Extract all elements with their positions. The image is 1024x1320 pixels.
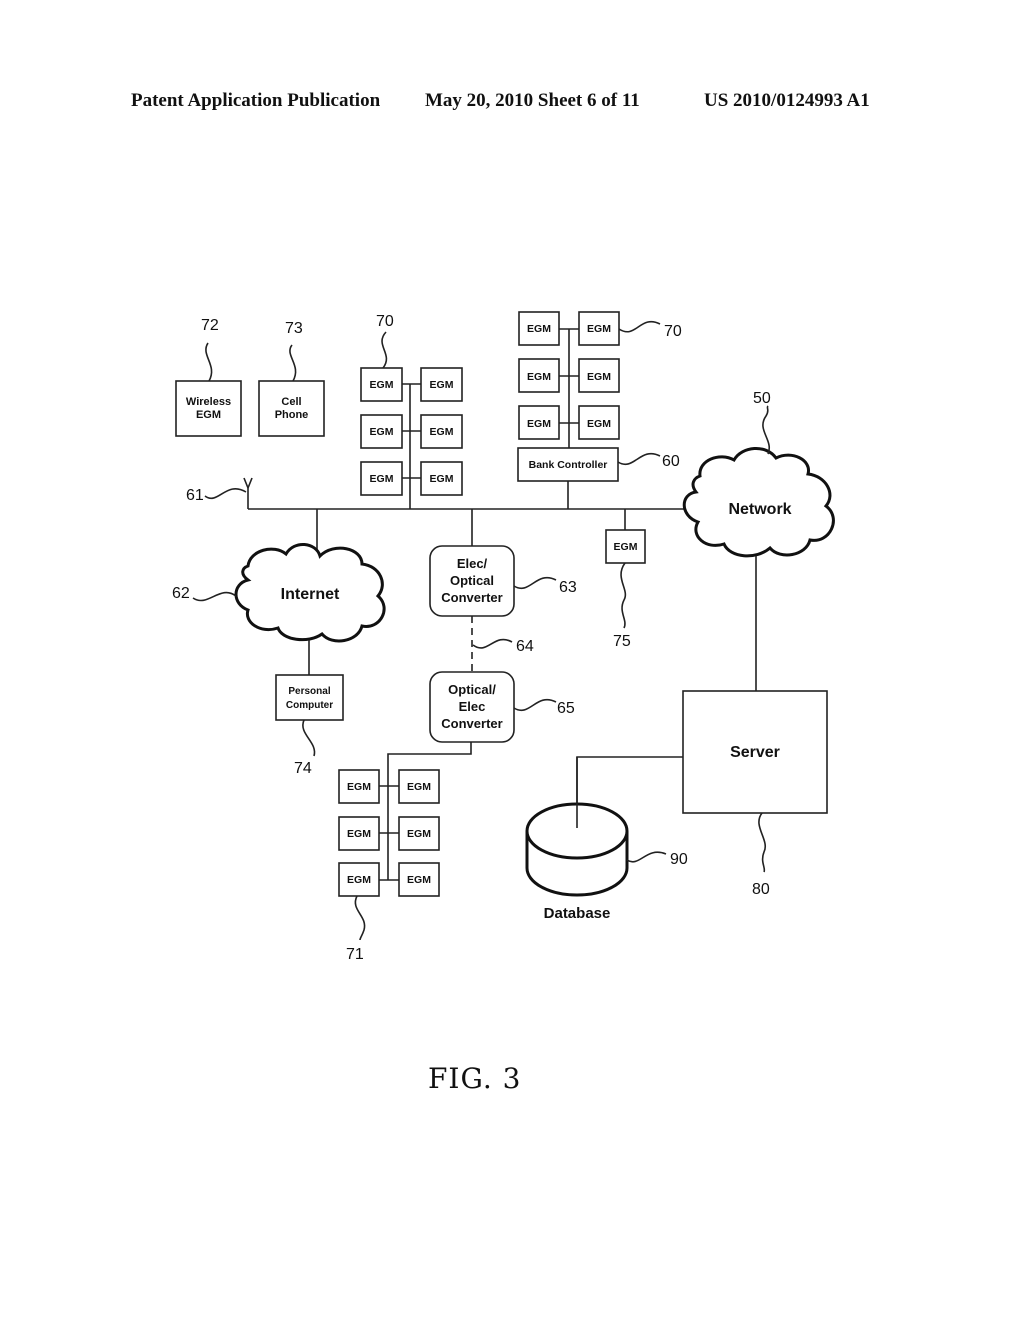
egm-label: EGM — [527, 323, 551, 335]
egm-label: EGM — [370, 379, 394, 391]
optical-elec-label-1: Optical/ — [448, 682, 496, 697]
internet-label: Internet — [281, 586, 340, 603]
egm-label: EGM — [407, 828, 431, 840]
egm-label: EGM — [370, 473, 394, 485]
leader-71 — [354, 895, 366, 941]
network-label: Network — [728, 501, 791, 518]
leader-74 — [302, 719, 316, 757]
ref-60: 60 — [662, 453, 680, 470]
ref-73: 73 — [285, 320, 303, 337]
ref-71: 71 — [346, 946, 364, 963]
antenna-icon — [243, 477, 253, 509]
ref-72: 72 — [201, 317, 219, 334]
personal-computer-label-2: Computer — [286, 700, 333, 711]
ref-63: 63 — [559, 579, 577, 596]
egm-label: EGM — [370, 426, 394, 438]
single-egm-label: EGM — [614, 541, 638, 553]
optical-elec-label-3: Converter — [441, 716, 502, 731]
optical-elec-label-2: Elec — [459, 699, 486, 714]
database-label: Database — [544, 905, 611, 922]
leader-70-left — [381, 331, 388, 369]
leader-62 — [192, 591, 237, 602]
leader-80 — [758, 812, 767, 873]
leader-65 — [513, 699, 557, 711]
database-icon — [525, 757, 629, 897]
ref-70-left: 70 — [376, 313, 394, 330]
leader-73 — [289, 344, 297, 382]
personal-computer-label-1: Personal — [288, 686, 330, 697]
egm-label: EGM — [407, 781, 431, 793]
ref-70-right: 70 — [664, 323, 682, 340]
ref-50: 50 — [753, 390, 771, 407]
leader-60 — [617, 453, 661, 465]
ref-80: 80 — [752, 881, 770, 898]
egm-label: EGM — [347, 781, 371, 793]
leader-61 — [204, 488, 247, 499]
bank-controller-label: Bank Controller — [529, 459, 608, 471]
cell-phone-label-1: Cell — [281, 396, 301, 408]
network-diagram: 61 Wireless EGM 72 Cell Phone 73 EGM EGM… — [172, 311, 835, 963]
ref-62: 62 — [172, 585, 190, 602]
wireless-egm-label-2: EGM — [196, 409, 221, 421]
ref-74: 74 — [294, 760, 312, 777]
egm-label: EGM — [527, 418, 551, 430]
egm-label: EGM — [430, 473, 454, 485]
elec-optical-label-3: Converter — [441, 590, 502, 605]
leader-72 — [205, 342, 213, 382]
elec-optical-label-1: Elec/ — [457, 556, 488, 571]
leader-70-right — [618, 321, 661, 333]
wireless-egm-label-1: Wireless — [186, 396, 231, 408]
egm-bank-right: EGM EGM EGM EGM EGM EGM — [518, 311, 620, 448]
ref-64: 64 — [516, 638, 534, 655]
leader-90 — [626, 851, 667, 863]
egm-label: EGM — [527, 371, 551, 383]
ref-61: 61 — [186, 487, 204, 504]
egm-label: EGM — [347, 828, 371, 840]
leader-75 — [620, 562, 627, 629]
egm-label: EGM — [587, 371, 611, 383]
egm-label: EGM — [587, 323, 611, 335]
egm-label: EGM — [347, 874, 371, 886]
leader-63 — [513, 577, 557, 589]
ref-65: 65 — [557, 700, 575, 717]
leader-50 — [762, 405, 771, 455]
personal-computer-box — [275, 674, 344, 721]
egm-label: EGM — [430, 426, 454, 438]
egm-label: EGM — [587, 418, 611, 430]
egm-bank-left: EGM EGM EGM EGM EGM EGM — [360, 367, 463, 509]
server-label: Server — [730, 744, 780, 761]
ref-90: 90 — [670, 851, 688, 868]
cell-phone-label-2: Phone — [275, 409, 309, 421]
ref-75: 75 — [613, 633, 631, 650]
egm-label: EGM — [407, 874, 431, 886]
figure-label: FIG. 3 — [428, 1062, 522, 1095]
egm-label: EGM — [430, 379, 454, 391]
egm-bank-bottom: EGM EGM EGM EGM EGM EGM — [338, 769, 440, 897]
elec-optical-label-2: Optical — [450, 573, 494, 588]
leader-64 — [472, 638, 513, 649]
